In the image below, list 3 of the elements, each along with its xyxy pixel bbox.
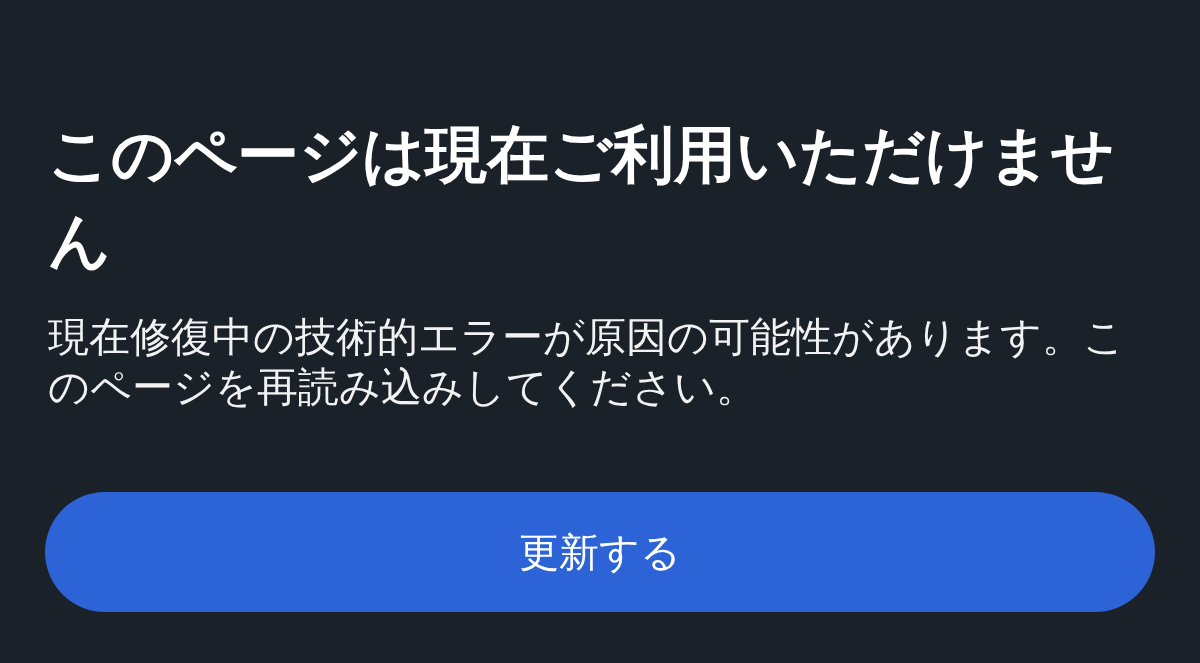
- error-message: 現在修復中の技術的エラーが原因の可能性があります。このページを再読み込みしてください。: [48, 312, 1126, 412]
- refresh-button[interactable]: 更新する: [45, 492, 1155, 612]
- page-title: このページは現在ご利用いただけません: [48, 117, 1115, 279]
